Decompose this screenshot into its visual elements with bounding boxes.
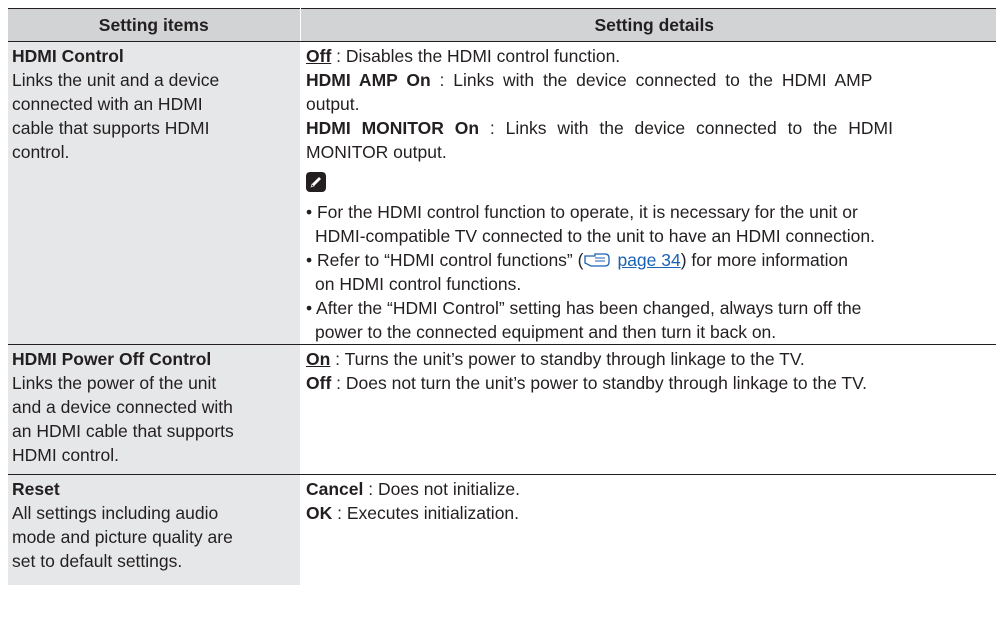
- table-row: HDMI Control Links the unit and a device…: [8, 41, 996, 345]
- option-key: Off: [306, 373, 332, 393]
- manual-page: Setting items Setting details HDMI Contr…: [0, 0, 996, 630]
- setting-details-cell: Off : Disables the HDMI control function…: [300, 42, 996, 345]
- setting-description: an HDMI cable that supports: [12, 421, 234, 441]
- table-row: Reset All settings including audio mode …: [8, 474, 996, 585]
- setting-item-cell: HDMI Power Off Control Links the power o…: [8, 344, 300, 475]
- setting-title: Reset: [12, 479, 60, 499]
- setting-details-cell: Cancel : Does not initialize. OK : Execu…: [300, 474, 996, 585]
- option-separator: :: [331, 46, 346, 66]
- page-link-text[interactable]: page 34: [617, 250, 680, 270]
- option-text: Does not initialize.: [377, 479, 521, 499]
- setting-title: HDMI Power Off Control: [12, 349, 212, 369]
- option-separator: :: [330, 349, 345, 369]
- note-item: • Refer to “HDMI control functions” ( pag…: [306, 248, 996, 272]
- page-reference-link[interactable]: page 34: [583, 249, 681, 270]
- setting-description: mode and picture quality are: [12, 527, 233, 547]
- note-text: • Refer to “HDMI control functions” (: [306, 250, 584, 270]
- option-separator: :: [430, 70, 454, 90]
- pointing-hand-icon: [583, 249, 617, 267]
- option-line: HDMI AMP On : Links with the device conn…: [306, 68, 996, 92]
- option-text: Links with the device connected to the H…: [453, 70, 873, 90]
- option-text: Links with the device connected to the H…: [505, 118, 893, 138]
- setting-description: Links the power of the unit: [12, 373, 217, 393]
- note-item-continued: power to the connected equipment and the…: [315, 322, 777, 342]
- header-setting-details: Setting details: [300, 8, 996, 42]
- option-key: HDMI MONITOR On: [306, 118, 480, 138]
- option-text-continued: MONITOR output.: [306, 142, 447, 162]
- option-key: On: [306, 349, 331, 369]
- setting-description: connected with an HDMI: [12, 94, 203, 114]
- option-key: HDMI AMP On: [306, 70, 431, 90]
- setting-item-cell: HDMI Control Links the unit and a device…: [8, 41, 300, 345]
- option-line: Off : Disables the HDMI control function…: [306, 44, 996, 68]
- option-text: Disables the HDMI control function.: [345, 46, 621, 66]
- option-line: OK : Executes initialization.: [306, 501, 996, 525]
- note-text: ) for more information: [680, 250, 849, 270]
- option-separator: :: [363, 479, 378, 499]
- option-key: OK: [306, 503, 333, 523]
- pencil-icon: [306, 172, 326, 192]
- option-key: Cancel: [306, 479, 364, 499]
- setting-description: All settings including audio: [12, 503, 219, 523]
- option-line: Off : Does not turn the unit’s power to …: [306, 371, 996, 395]
- setting-description: set to default settings.: [12, 551, 183, 571]
- option-separator: :: [331, 373, 346, 393]
- note-item: • After the “HDMI Control” setting has b…: [306, 298, 862, 318]
- option-line: Cancel : Does not initialize.: [306, 477, 996, 501]
- table-row: HDMI Power Off Control Links the power o…: [8, 344, 996, 475]
- option-separator: :: [332, 503, 347, 523]
- setting-description: control.: [12, 142, 70, 162]
- option-text: Turns the unit’s power to standby throug…: [344, 349, 805, 369]
- option-text-continued: output.: [306, 94, 360, 114]
- setting-item-cell: Reset All settings including audio mode …: [8, 474, 300, 585]
- note-item-continued: HDMI-compatible TV connected to the unit…: [315, 226, 875, 246]
- setting-description: cable that supports HDMI: [12, 118, 210, 138]
- settings-table: Setting items Setting details HDMI Contr…: [8, 8, 996, 585]
- option-key: Off: [306, 46, 332, 66]
- option-text: Does not turn the unit’s power to standb…: [345, 373, 868, 393]
- option-line: HDMI MONITOR On : Links with the device …: [306, 116, 996, 140]
- option-text: Executes initialization.: [346, 503, 520, 523]
- option-line: On : Turns the unit’s power to standby t…: [306, 347, 996, 371]
- table-header-row: Setting items Setting details: [8, 8, 996, 42]
- option-separator: :: [479, 118, 506, 138]
- note-item-continued: on HDMI control functions.: [315, 274, 522, 294]
- header-setting-items: Setting items: [8, 8, 301, 42]
- note-item: • For the HDMI control function to opera…: [306, 202, 858, 222]
- setting-details-cell: On : Turns the unit’s power to standby t…: [300, 344, 996, 475]
- setting-description: HDMI control.: [12, 445, 119, 465]
- setting-description: Links the unit and a device: [12, 70, 220, 90]
- setting-description: and a device connected with: [12, 397, 233, 417]
- setting-title: HDMI Control: [12, 46, 124, 66]
